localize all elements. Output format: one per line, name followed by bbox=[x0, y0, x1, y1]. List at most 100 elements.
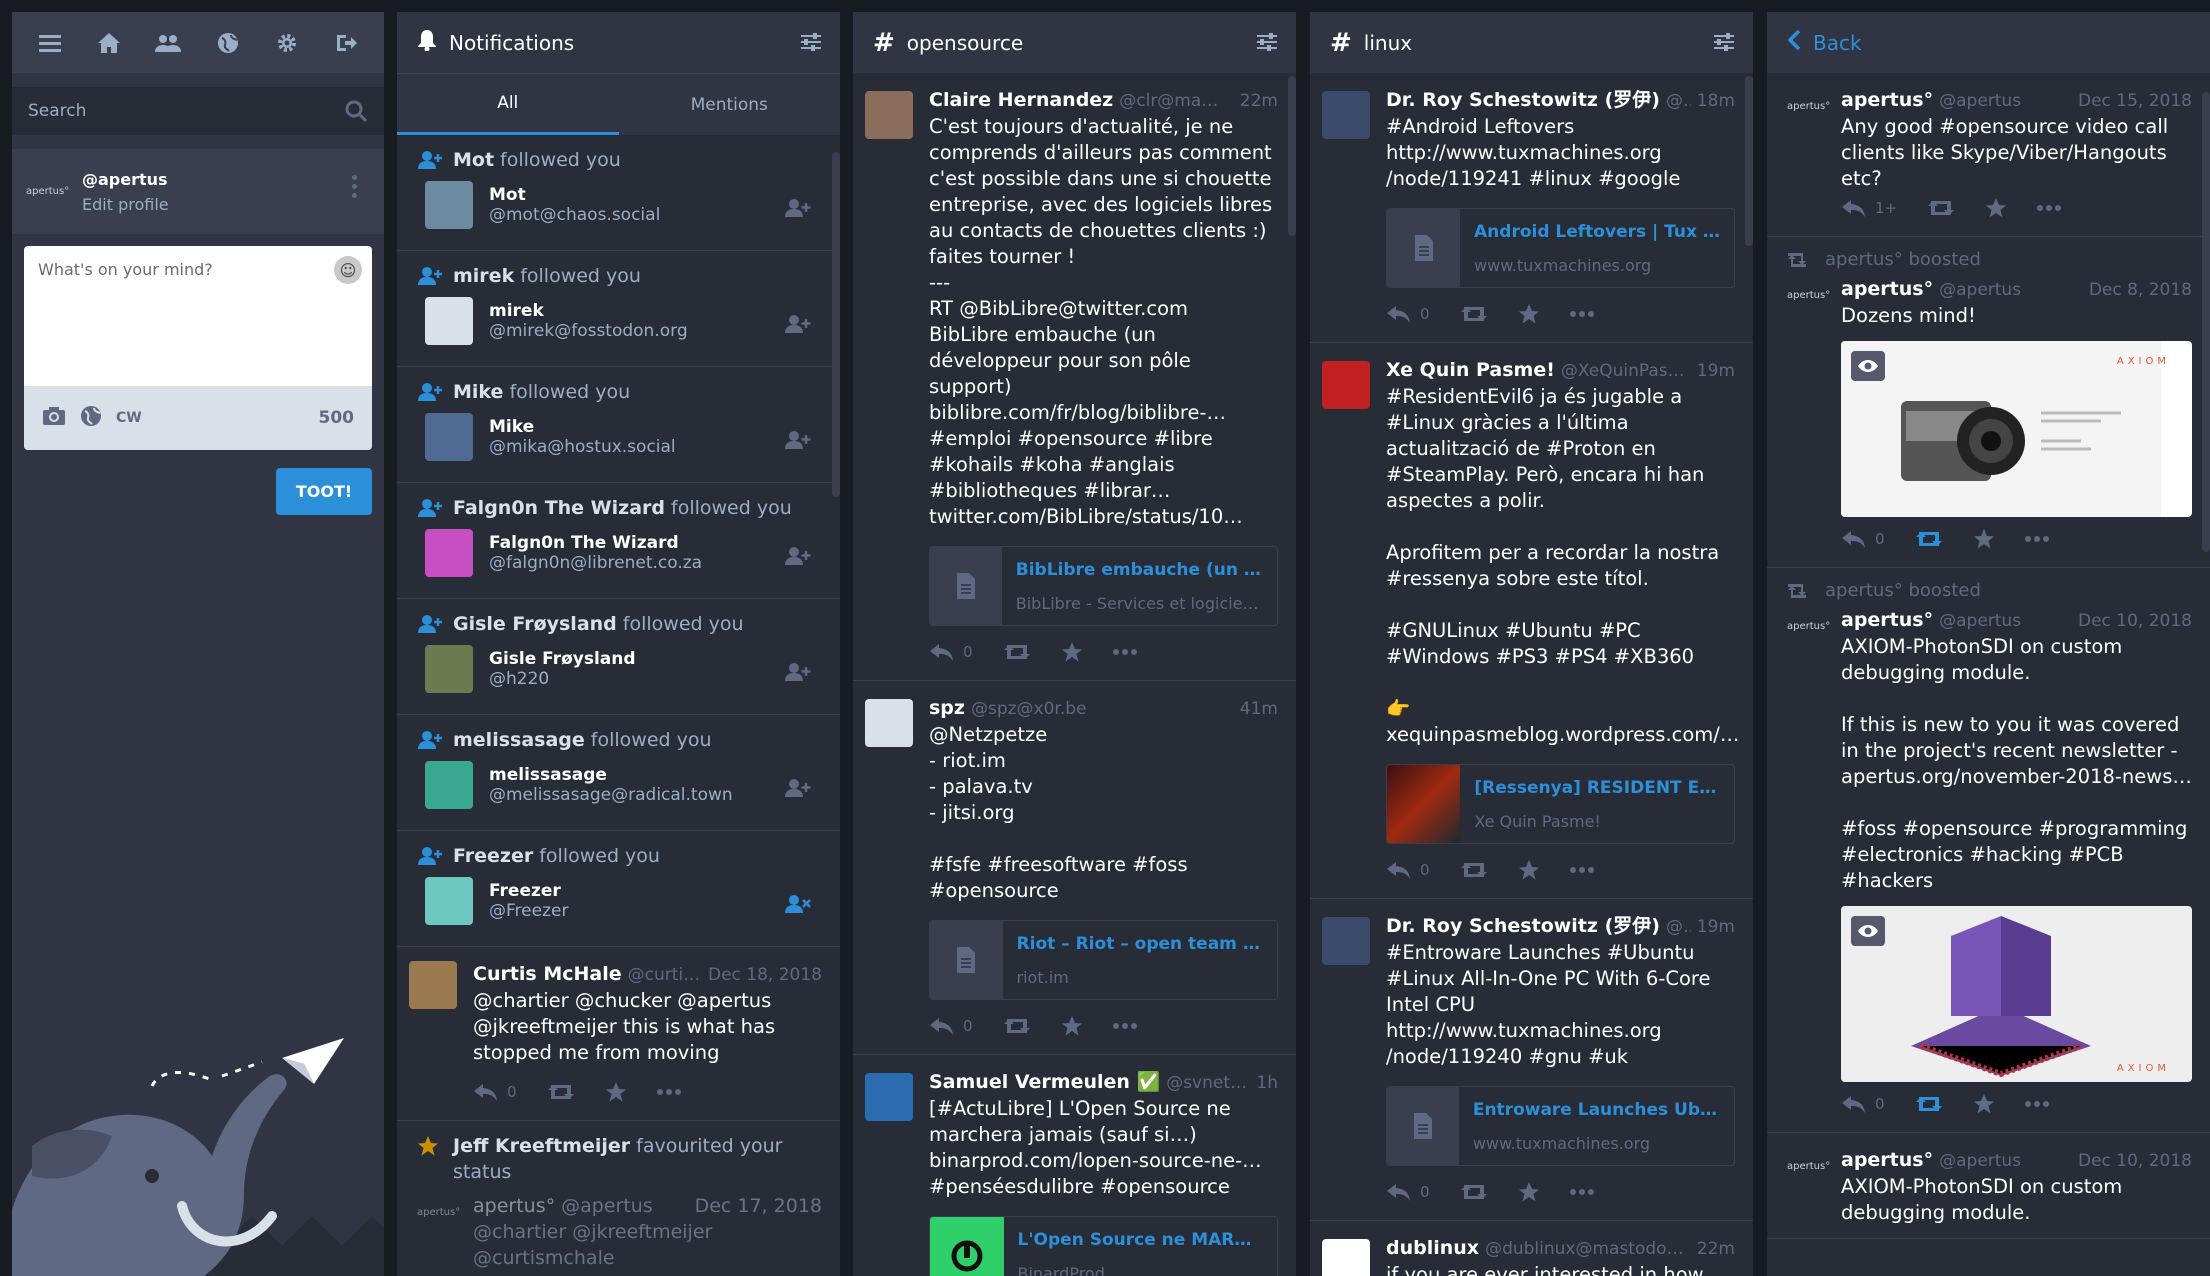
favourite-button[interactable] bbox=[1973, 528, 1995, 550]
more-button[interactable] bbox=[2024, 536, 2049, 542]
search-icon[interactable] bbox=[344, 99, 368, 128]
avatar[interactable] bbox=[865, 699, 913, 747]
avatar[interactable] bbox=[865, 1073, 913, 1121]
media-attachment[interactable]: AXIOM bbox=[1841, 341, 2192, 517]
detail-header[interactable]: Back bbox=[1767, 12, 2210, 73]
compose-textarea[interactable]: What's on your mind? bbox=[24, 246, 372, 386]
timestamp[interactable]: Dec 17, 2018 bbox=[695, 1193, 822, 1219]
follower-name[interactable]: Falgn0n The Wizard bbox=[453, 497, 665, 519]
account[interactable]: Freezer @Freezer bbox=[417, 877, 824, 925]
linux-header[interactable]: # linux bbox=[1310, 12, 1753, 73]
boost-button[interactable] bbox=[1927, 198, 1955, 218]
reply-button[interactable]: 0 bbox=[1386, 301, 1430, 327]
more-button[interactable] bbox=[1569, 1189, 1594, 1195]
more-button[interactable] bbox=[1112, 1023, 1137, 1029]
globe-icon[interactable] bbox=[214, 29, 242, 57]
reply-button[interactable]: 0 bbox=[929, 1013, 973, 1039]
boost-button[interactable] bbox=[1003, 642, 1031, 662]
hide-media-eye-icon[interactable] bbox=[1851, 351, 1885, 381]
display-name[interactable]: Claire Hernandez bbox=[929, 87, 1113, 113]
favourite-button[interactable] bbox=[1518, 859, 1540, 881]
display-name[interactable]: Dr. Roy Schestowitz (罗伊) bbox=[1386, 87, 1660, 113]
media-attachment[interactable]: AXIOM bbox=[1841, 906, 2192, 1082]
display-name[interactable]: apertus° bbox=[1841, 276, 1933, 302]
follower-name[interactable]: Freezer bbox=[453, 845, 533, 867]
timestamp[interactable]: 41m bbox=[1240, 696, 1278, 722]
display-name[interactable]: Xe Quin Pasme! bbox=[1386, 357, 1555, 383]
scrollbar[interactable] bbox=[1745, 76, 1753, 246]
account-display-name[interactable]: Freezer bbox=[489, 881, 568, 901]
tab-mentions[interactable]: Mentions bbox=[619, 74, 841, 135]
avatar[interactable] bbox=[425, 413, 473, 461]
favourite-button[interactable] bbox=[1973, 1093, 1995, 1115]
opensource-header[interactable]: # opensource bbox=[853, 12, 1296, 73]
display-name[interactable]: Dr. Roy Schestowitz (罗伊) bbox=[1386, 913, 1660, 939]
link-preview-card[interactable]: Riot – Riot – open team co… riot.im bbox=[929, 920, 1278, 1000]
follower-name[interactable]: Mot bbox=[453, 149, 494, 171]
avatar[interactable] bbox=[409, 961, 457, 1009]
reply-button[interactable]: 0 bbox=[1386, 857, 1430, 883]
people-icon[interactable] bbox=[154, 29, 182, 57]
logout-icon[interactable] bbox=[332, 29, 360, 57]
display-name[interactable]: apertus° bbox=[473, 1193, 555, 1219]
card-title[interactable]: [Ressenya] RESIDENT EVI… bbox=[1474, 775, 1720, 801]
reply-button[interactable]: 0 bbox=[1841, 1091, 1885, 1117]
account[interactable]: mirek @mirek@fosstodon.org bbox=[417, 297, 824, 345]
privacy-globe-icon[interactable] bbox=[80, 405, 102, 431]
link-preview-card[interactable]: L'Open Source ne MARCH… BinardProd bbox=[929, 1216, 1278, 1276]
favourite-button[interactable] bbox=[1985, 197, 2007, 219]
follow-back-icon[interactable] bbox=[784, 430, 812, 454]
menu-icon[interactable] bbox=[36, 29, 64, 57]
emoji-picker-icon[interactable]: ☺ bbox=[334, 256, 362, 284]
follow-back-icon[interactable] bbox=[784, 778, 812, 802]
boost-button[interactable] bbox=[1915, 1094, 1943, 1114]
account-display-name[interactable]: Gisle Frøysland bbox=[489, 649, 636, 669]
timestamp[interactable]: Dec 15, 2018 bbox=[2078, 88, 2192, 114]
edit-profile-link[interactable]: Edit profile bbox=[82, 195, 169, 214]
boost-button[interactable] bbox=[1460, 1182, 1488, 1202]
settings-sliders-icon[interactable] bbox=[800, 32, 822, 57]
account-display-name[interactable]: mirek bbox=[489, 301, 688, 321]
gear-icon[interactable] bbox=[273, 29, 301, 57]
account-avatar[interactable]: apertus° bbox=[26, 186, 82, 197]
follower-name[interactable]: Gisle Frøysland bbox=[453, 613, 617, 635]
settings-sliders-icon[interactable] bbox=[1256, 32, 1278, 57]
card-title[interactable]: BibLibre embauche (un dé… bbox=[1016, 557, 1263, 583]
hide-media-eye-icon[interactable] bbox=[1851, 916, 1885, 946]
display-name[interactable]: apertus° bbox=[1841, 87, 1933, 113]
follow-back-icon[interactable] bbox=[784, 546, 812, 570]
avatar[interactable] bbox=[425, 761, 473, 809]
notifications-header[interactable]: Notifications bbox=[397, 12, 840, 73]
follow-back-icon[interactable] bbox=[784, 198, 812, 222]
scrollbar[interactable] bbox=[832, 152, 840, 497]
account[interactable]: Falgn0n The Wizard @falgn0n@librenet.co.z… bbox=[417, 529, 824, 577]
follower-name[interactable]: Mike bbox=[453, 381, 503, 403]
settings-sliders-icon[interactable] bbox=[1713, 32, 1735, 57]
unfollow-icon[interactable] bbox=[784, 894, 812, 918]
more-button[interactable] bbox=[1569, 867, 1594, 873]
favourite-button[interactable] bbox=[1518, 1181, 1540, 1203]
home-icon[interactable] bbox=[95, 29, 123, 57]
more-button[interactable] bbox=[1112, 649, 1137, 655]
scrollbar[interactable] bbox=[1288, 76, 1296, 236]
avatar[interactable] bbox=[1322, 91, 1370, 139]
link-preview-card[interactable]: Entroware Launches Ubun… www.tuxmachines.… bbox=[1386, 1086, 1735, 1166]
follow-back-icon[interactable] bbox=[784, 314, 812, 338]
card-title[interactable]: Android Leftovers | Tux M… bbox=[1474, 219, 1720, 245]
display-name[interactable]: apertus° bbox=[1841, 1147, 1933, 1173]
boost-button[interactable] bbox=[1460, 304, 1488, 324]
camera-icon[interactable] bbox=[42, 406, 66, 430]
reply-button[interactable]: 0 bbox=[473, 1079, 517, 1105]
avatar[interactable] bbox=[425, 529, 473, 577]
favourite-button[interactable] bbox=[605, 1081, 627, 1103]
favourite-button[interactable] bbox=[1061, 1015, 1083, 1037]
avatar[interactable]: apertus° bbox=[1779, 1147, 1841, 1226]
search-input[interactable]: Search bbox=[12, 87, 384, 135]
reply-button[interactable]: 0 bbox=[1841, 526, 1885, 552]
account-menu-icon[interactable] bbox=[352, 175, 358, 198]
boost-button[interactable] bbox=[1915, 529, 1943, 549]
account-username[interactable]: @apertus bbox=[82, 170, 169, 189]
display-name[interactable]: apertus° bbox=[1841, 607, 1933, 633]
avatar[interactable] bbox=[1322, 917, 1370, 965]
avatar[interactable] bbox=[425, 181, 473, 229]
